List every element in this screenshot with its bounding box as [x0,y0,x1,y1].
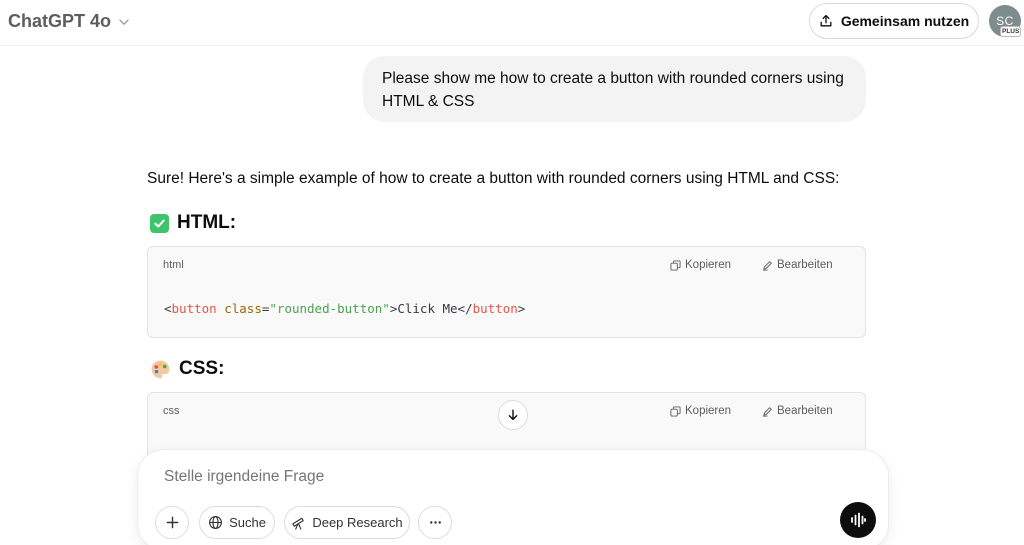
user-message-text: Please show me how to create a button wi… [382,70,844,110]
copy-icon [670,259,681,271]
html-section-heading: HTML: [150,212,236,234]
user-message-bubble: Please show me how to create a button wi… [363,56,866,122]
code-text: >Click Me</ [389,301,473,316]
deep-research-label: Deep Research [312,515,403,530]
copy-icon [670,405,681,417]
share-icon [820,14,832,27]
code-tag-name: button [171,301,217,316]
code-attr-name: class [224,301,262,316]
html-code-line: <button class="rounded-button">Click Me<… [164,301,525,316]
code-attr-value: "rounded-button" [269,301,390,316]
edit-label: Bearbeiten [777,405,833,417]
add-attachment-button[interactable] [155,506,189,539]
voice-mode-button[interactable] [840,502,876,538]
palette-icon [151,360,170,378]
assistant-intro-text: Sure! Here's a simple example of how to … [147,170,840,187]
top-bar: ChatGPT 4o Gemeinsam nutzen SC PLUS [0,0,1024,46]
more-icon [429,521,441,524]
more-tools-button[interactable] [418,506,452,539]
arrow-down-icon [508,409,518,421]
search-label: Suche [229,515,266,530]
chevron-down-icon [119,19,129,25]
copy-code-button[interactable]: Kopieren [670,259,731,271]
code-language-label: html [163,259,184,271]
copy-label: Kopieren [685,259,732,271]
deep-research-button[interactable]: Deep Research [284,506,410,539]
code-end-bracket: > [517,301,526,316]
model-selector[interactable]: ChatGPT 4o [8,11,131,32]
pencil-icon [762,260,772,271]
waveform-icon [851,512,866,528]
telescope-icon [292,517,305,530]
css-heading-text: CSS: [179,358,225,379]
message-composer: Suche Deep Research [138,450,888,545]
plus-icon [166,516,178,529]
edit-code-button[interactable]: Bearbeiten [762,259,833,271]
html-code-block: html Kopieren Bearbeiten <button class="… [147,246,866,338]
css-section-heading: CSS: [150,358,224,380]
code-close-tag: button [472,301,518,316]
check-mark-icon [150,213,169,233]
share-label: Gemeinsam nutzen [840,13,970,29]
model-name: ChatGPT 4o [8,11,112,31]
code-open-bracket: < [164,301,172,316]
pencil-icon [762,406,772,417]
scroll-to-bottom-button[interactable] [498,400,528,430]
edit-code-button[interactable]: Bearbeiten [762,405,833,417]
search-button[interactable]: Suche [199,506,275,539]
html-heading-text: HTML: [177,212,237,233]
prompt-input[interactable] [164,468,764,486]
globe-icon [209,516,223,529]
copy-label: Kopieren [685,405,732,417]
plan-badge: PLUS [1000,26,1022,37]
code-language-label: css [163,405,180,417]
copy-code-button[interactable]: Kopieren [670,405,731,417]
share-button[interactable]: Gemeinsam nutzen [809,3,979,39]
edit-label: Bearbeiten [777,259,833,271]
